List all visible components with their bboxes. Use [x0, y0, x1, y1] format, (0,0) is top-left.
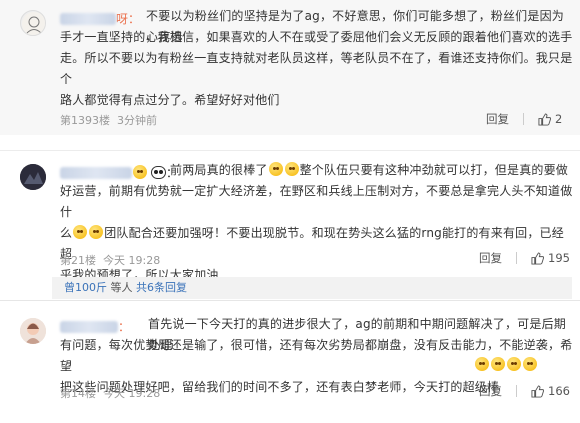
comment-line: 手才一直坚持的，我相信，如果喜欢的人不在或受了委屈他们会义无反顾的跟着他们喜欢的… [60, 30, 573, 44]
timestamp: 今天 19:28 [103, 387, 161, 400]
like-button[interactable]: 195 [531, 251, 570, 265]
like-count: 195 [548, 251, 570, 265]
comment-line: 整个队伍只要有这种冲劲就可以打，但是真的要做 [299, 163, 569, 177]
divider [523, 113, 524, 125]
comment-line: 前两局真的很棒了 [170, 163, 268, 177]
divider [516, 385, 517, 397]
thumbs-up-icon [538, 112, 551, 126]
comment-text-body: 手才一直坚持的，我相信，如果喜欢的人不在或受了委屈他们会义无反顾的跟着他们喜欢的… [60, 27, 576, 111]
comment-actions: 回复 166 [479, 383, 570, 399]
cartoon-avatar-icon [22, 12, 45, 35]
dark-avatar-icon [20, 164, 46, 190]
user-avatar[interactable] [20, 164, 46, 190]
comment-meta: 第14楼 今天 19:28 [60, 385, 160, 401]
comment-line: 走。所以不要以为有粉丝一直支持就对老队员这样，等老队员不在了，看谁还支持你们。我… [60, 51, 573, 86]
girl-avatar-icon [20, 318, 46, 344]
user-avatar[interactable] [20, 318, 46, 344]
like-button[interactable]: 166 [531, 384, 570, 398]
like-button[interactable]: 2 [538, 112, 562, 126]
floor-number: 第1393楼 [60, 114, 110, 127]
reply-button[interactable]: 回复 [486, 111, 509, 127]
comment-line: 么 [60, 226, 73, 240]
comment-meta: 第1393楼 3分钟前 [60, 112, 157, 128]
blurred-username [60, 321, 118, 333]
comment-meta: 第21楼 今天 19:28 [60, 252, 160, 268]
user-avatar[interactable] [20, 10, 46, 36]
blurred-username [60, 13, 116, 25]
comment-actions: 回复 195 [479, 250, 570, 266]
comment-text: 前两局真的很棒了 整个队伍只要有这种冲劲就可以打，但是真的要做 [170, 160, 576, 181]
laughing-emoji-icon [89, 225, 104, 239]
floor-number: 第21楼 [60, 254, 96, 267]
floor-number: 第14楼 [60, 387, 96, 400]
emoji-row [474, 357, 538, 371]
comment-actions: 回复 2 [486, 111, 562, 127]
like-count: 2 [555, 112, 563, 126]
timestamp: 今天 19:28 [103, 254, 161, 267]
sub-reply-middle: 等人 [107, 281, 136, 294]
reply-button[interactable]: 回复 [479, 250, 502, 266]
laughing-emoji-icon [133, 165, 147, 179]
heart-eyes-emoji-icon [507, 357, 521, 371]
heart-eyes-emoji-icon [523, 357, 537, 371]
panda-emoji-icon [151, 166, 166, 179]
comment-card-1: 呀： 不要以为粉丝们的坚持是为了ag，不好意思，你们可能多想了，粉丝们是因为心疼… [0, 0, 580, 135]
sub-replies-bar[interactable]: 曾100斤 等人 共6条回复 [52, 277, 572, 299]
divider [516, 252, 517, 264]
view-all-replies-link[interactable]: 共6条回复 [136, 281, 187, 294]
comment-line: 路人都觉得有点过分了。希望好好对他们 [60, 93, 280, 107]
laughing-emoji-icon [284, 162, 299, 176]
like-count: 166 [548, 384, 570, 398]
comment-line: 好运营，前期有优势就一定扩大经济差，在野区和兵线上压制对方，不要总是拿完人头不知… [60, 184, 573, 219]
laughing-emoji-icon [268, 162, 283, 176]
username[interactable]: ： [60, 164, 178, 181]
laughing-emoji-icon [73, 225, 88, 239]
heart-eyes-emoji-icon [475, 357, 489, 371]
thumbs-up-icon [531, 384, 544, 398]
blurred-username [60, 167, 132, 179]
timestamp: 3分钟前 [117, 114, 157, 127]
reply-button[interactable]: 回复 [479, 383, 502, 399]
username[interactable]: ： [60, 318, 130, 335]
sub-reply-user[interactable]: 曾100斤 [64, 281, 107, 294]
comment-text-body: 好运营，前期有优势就一定扩大经济差，在野区和兵线上压制对方，不要总是拿完人头不知… [60, 181, 576, 286]
username[interactable]: 呀： [60, 10, 140, 27]
thumbs-up-icon [531, 251, 544, 265]
heart-eyes-emoji-icon [491, 357, 505, 371]
